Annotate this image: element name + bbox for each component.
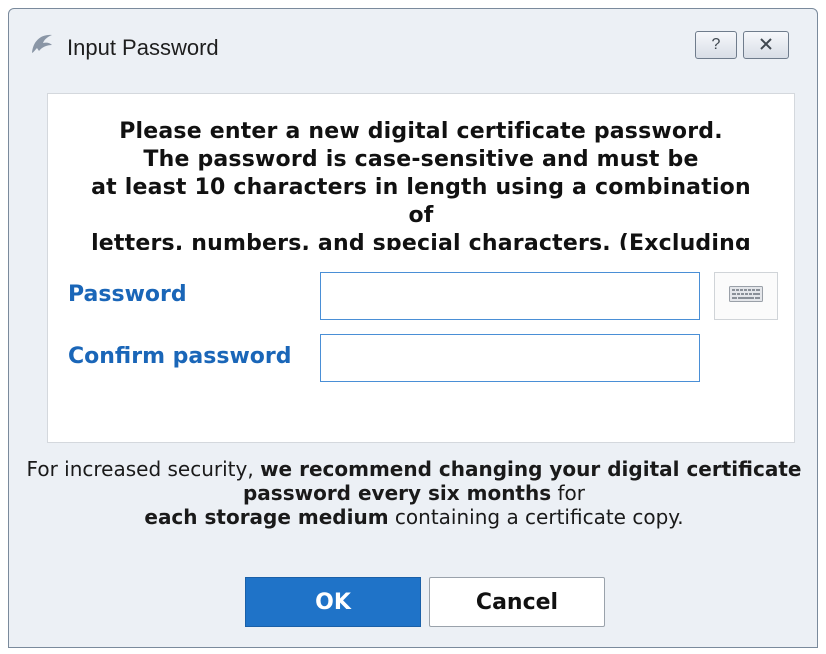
help-icon: ? [711,36,721,53]
virtual-keyboard-button[interactable] [714,272,778,320]
notice-line: The password is case-sensitive and must … [143,147,699,172]
password-input[interactable] [320,272,700,320]
confirm-password-input[interactable] [320,334,700,382]
close-button[interactable] [743,31,789,59]
security-recommendation: For increased security, we recommend cha… [9,457,819,529]
confirm-password-label: Confirm password [68,344,292,369]
dolphin-icon [29,31,55,57]
password-panel: Please enter a new digital certificate p… [47,93,795,443]
notice-line: at least 10 characters in length using a… [91,175,751,200]
security-text-bold: each storage medium [144,505,389,529]
ok-button[interactable]: OK [245,577,421,627]
notice-line: letters, numbers, and special characters… [91,231,751,250]
security-text: For increased security, [26,457,261,481]
password-label: Password [68,282,187,307]
cancel-button[interactable]: Cancel [429,577,605,627]
title-bar[interactable]: Input Password ? [9,9,817,73]
security-text: containing a certificate copy. [388,505,684,529]
help-button[interactable]: ? [695,31,737,59]
password-dialog: Input Password ? Please enter a new digi… [8,8,818,648]
close-icon [759,37,773,53]
keyboard-icon [729,285,763,307]
notice-line: Please enter a new digital certificate p… [119,119,723,144]
password-notice: Please enter a new digital certificate p… [48,118,794,250]
security-text: for [551,481,585,505]
notice-line: of [408,203,434,228]
window-title: Input Password [67,35,219,60]
security-text-bold: we recommend changing your digital certi… [242,457,802,505]
